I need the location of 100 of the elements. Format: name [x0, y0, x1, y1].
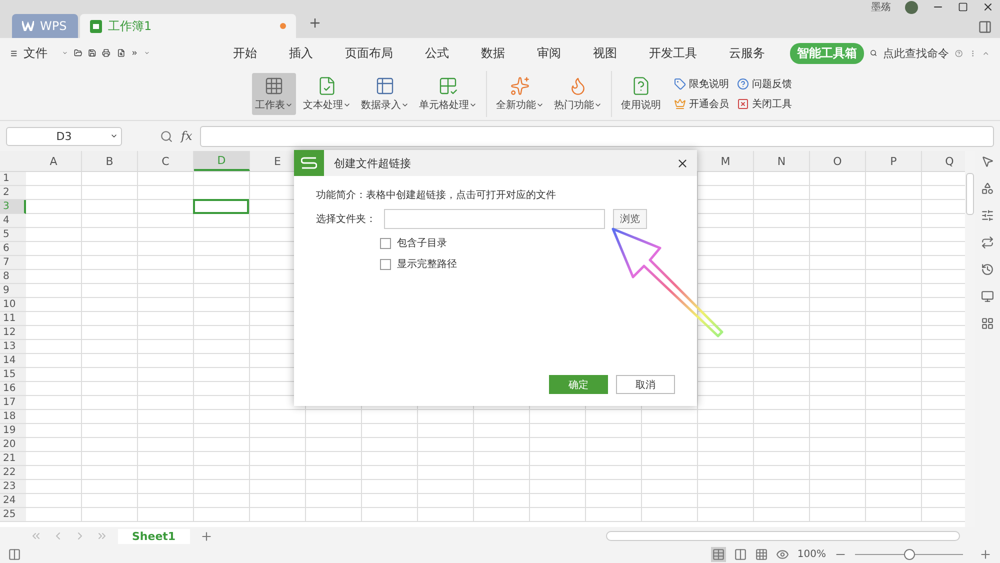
row-header[interactable]: 6: [0, 242, 26, 256]
grid-icon: [264, 76, 284, 96]
checkbox[interactable]: [380, 238, 391, 248]
ribbon-tab[interactable]: 云服务: [722, 42, 772, 64]
zoom-search-icon[interactable]: [160, 130, 173, 142]
column-header[interactable]: N: [754, 151, 810, 171]
row-header[interactable]: 4: [0, 214, 26, 228]
row-header[interactable]: 11: [0, 312, 26, 326]
row-header[interactable]: 16: [0, 382, 26, 396]
function-button[interactable]: fx: [181, 129, 192, 143]
command-search[interactable]: 点此查找命令: [882, 46, 949, 60]
tag-icon[interactable]: [674, 78, 686, 90]
caret-icon[interactable]: [110, 132, 118, 140]
close-icon[interactable]: [676, 156, 689, 170]
ribbon-button[interactable]: 文本处理: [300, 73, 354, 115]
preview-icon[interactable]: [116, 46, 125, 60]
row-header[interactable]: 20: [0, 438, 26, 452]
row-header[interactable]: 8: [0, 270, 26, 284]
ribbon-tab[interactable]: 开发工具: [642, 42, 704, 64]
tool-link[interactable]: 开通会员: [689, 97, 729, 111]
ribbon-button[interactable]: 单元格处理: [416, 73, 480, 115]
page-break-icon[interactable]: [734, 548, 748, 560]
name-box[interactable]: D3: [6, 126, 122, 146]
crown-icon[interactable]: [674, 98, 686, 110]
row-header[interactable]: 7: [0, 256, 26, 270]
caret-icon: [594, 101, 602, 109]
ribbon-tab[interactable]: 数据: [474, 42, 512, 64]
row-header[interactable]: 1: [0, 172, 26, 186]
tool-link[interactable]: 关闭工具: [752, 97, 792, 111]
column-header[interactable]: A: [26, 151, 82, 171]
column-header[interactable]: O: [810, 151, 866, 171]
repeat-icon[interactable]: [981, 236, 994, 249]
row-header[interactable]: 21: [0, 452, 26, 466]
ribbon-tab[interactable]: 公式: [418, 42, 456, 64]
ok-button[interactable]: 确定: [549, 375, 608, 394]
zoom-in-icon[interactable]: [979, 548, 992, 560]
add-tab-icon[interactable]: [308, 16, 322, 30]
zoom-level[interactable]: 100%: [797, 548, 826, 560]
normal-view-button[interactable]: [711, 546, 726, 562]
horizontal-scrollbar[interactable]: [606, 531, 960, 541]
slider-thumb[interactable]: [904, 548, 915, 560]
row-header[interactable]: 10: [0, 298, 26, 312]
row-header[interactable]: 23: [0, 480, 26, 494]
row-header[interactable]: 25: [0, 508, 26, 522]
sheet-icon: [90, 20, 102, 32]
ribbon-button[interactable]: 热门功能: [551, 73, 605, 115]
monitor-icon[interactable]: [981, 290, 994, 303]
grid-check-icon: [438, 76, 458, 96]
row-header[interactable]: 17: [0, 396, 26, 410]
eye-icon[interactable]: [776, 548, 790, 560]
checkbox[interactable]: [380, 258, 391, 270]
ribbon-button[interactable]: 全新功能: [493, 73, 547, 115]
row-header[interactable]: 24: [0, 494, 26, 508]
tool-link[interactable]: 限免说明: [689, 77, 729, 91]
ribbon-button[interactable]: 数据录入: [358, 73, 412, 115]
row-header[interactable]: 5: [0, 228, 26, 242]
history-icon[interactable]: [981, 263, 994, 276]
file-menu[interactable]: 文件: [24, 44, 48, 62]
row-header[interactable]: 14: [0, 354, 26, 368]
printer-icon[interactable]: [102, 46, 111, 60]
ribbon-tab[interactable]: 开始: [226, 42, 264, 64]
maximize-icon[interactable]: [958, 2, 968, 12]
ribbon-button[interactable]: 使用说明: [618, 73, 664, 115]
grid-icon[interactable]: [981, 317, 994, 330]
column-header[interactable]: P: [866, 151, 922, 171]
scroll-thumb[interactable]: [966, 173, 974, 215]
sheet-tab[interactable]: Sheet1: [118, 528, 190, 544]
sliders-icon[interactable]: [981, 209, 994, 222]
cancel-button[interactable]: 取消: [616, 375, 675, 394]
row-header[interactable]: 18: [0, 410, 26, 424]
ribbon-button[interactable]: 工作表: [252, 73, 296, 115]
user-name: 墨殇: [871, 1, 891, 14]
column-header[interactable]: B: [82, 151, 138, 171]
tool-link[interactable]: 问题反馈: [752, 77, 792, 91]
ribbon-tab[interactable]: 视图: [586, 42, 624, 64]
row-header[interactable]: 9: [0, 284, 26, 298]
read-mode-icon[interactable]: [755, 548, 768, 560]
panel-icon[interactable]: [978, 20, 992, 34]
row-header[interactable]: 13: [0, 340, 26, 354]
avatar[interactable]: [905, 0, 918, 14]
row-header[interactable]: 12: [0, 326, 26, 340]
ribbon-tab[interactable]: 插入: [282, 42, 320, 64]
ribbon-tab[interactable]: 页面布局: [338, 42, 400, 64]
cursor-icon[interactable]: [981, 155, 994, 168]
column-header[interactable]: M: [698, 151, 754, 171]
ribbon-tab[interactable]: 审阅: [530, 42, 568, 64]
help-icon[interactable]: [737, 78, 749, 90]
dialog-title: 创建文件超链接: [334, 156, 411, 170]
browse-button[interactable]: 浏览: [613, 209, 647, 229]
formula-input[interactable]: [200, 126, 994, 146]
layout-icon[interactable]: [8, 548, 21, 560]
row-header[interactable]: 15: [0, 368, 26, 382]
search-icon[interactable]: [870, 47, 877, 59]
folder-field[interactable]: [384, 209, 605, 229]
row-header[interactable]: 19: [0, 424, 26, 438]
shapes-icon[interactable]: [981, 182, 994, 195]
caret-icon: [285, 101, 293, 109]
close-icon[interactable]: [982, 1, 994, 13]
row-header[interactable]: 22: [0, 466, 26, 480]
add-sheet-icon[interactable]: [200, 530, 213, 542]
